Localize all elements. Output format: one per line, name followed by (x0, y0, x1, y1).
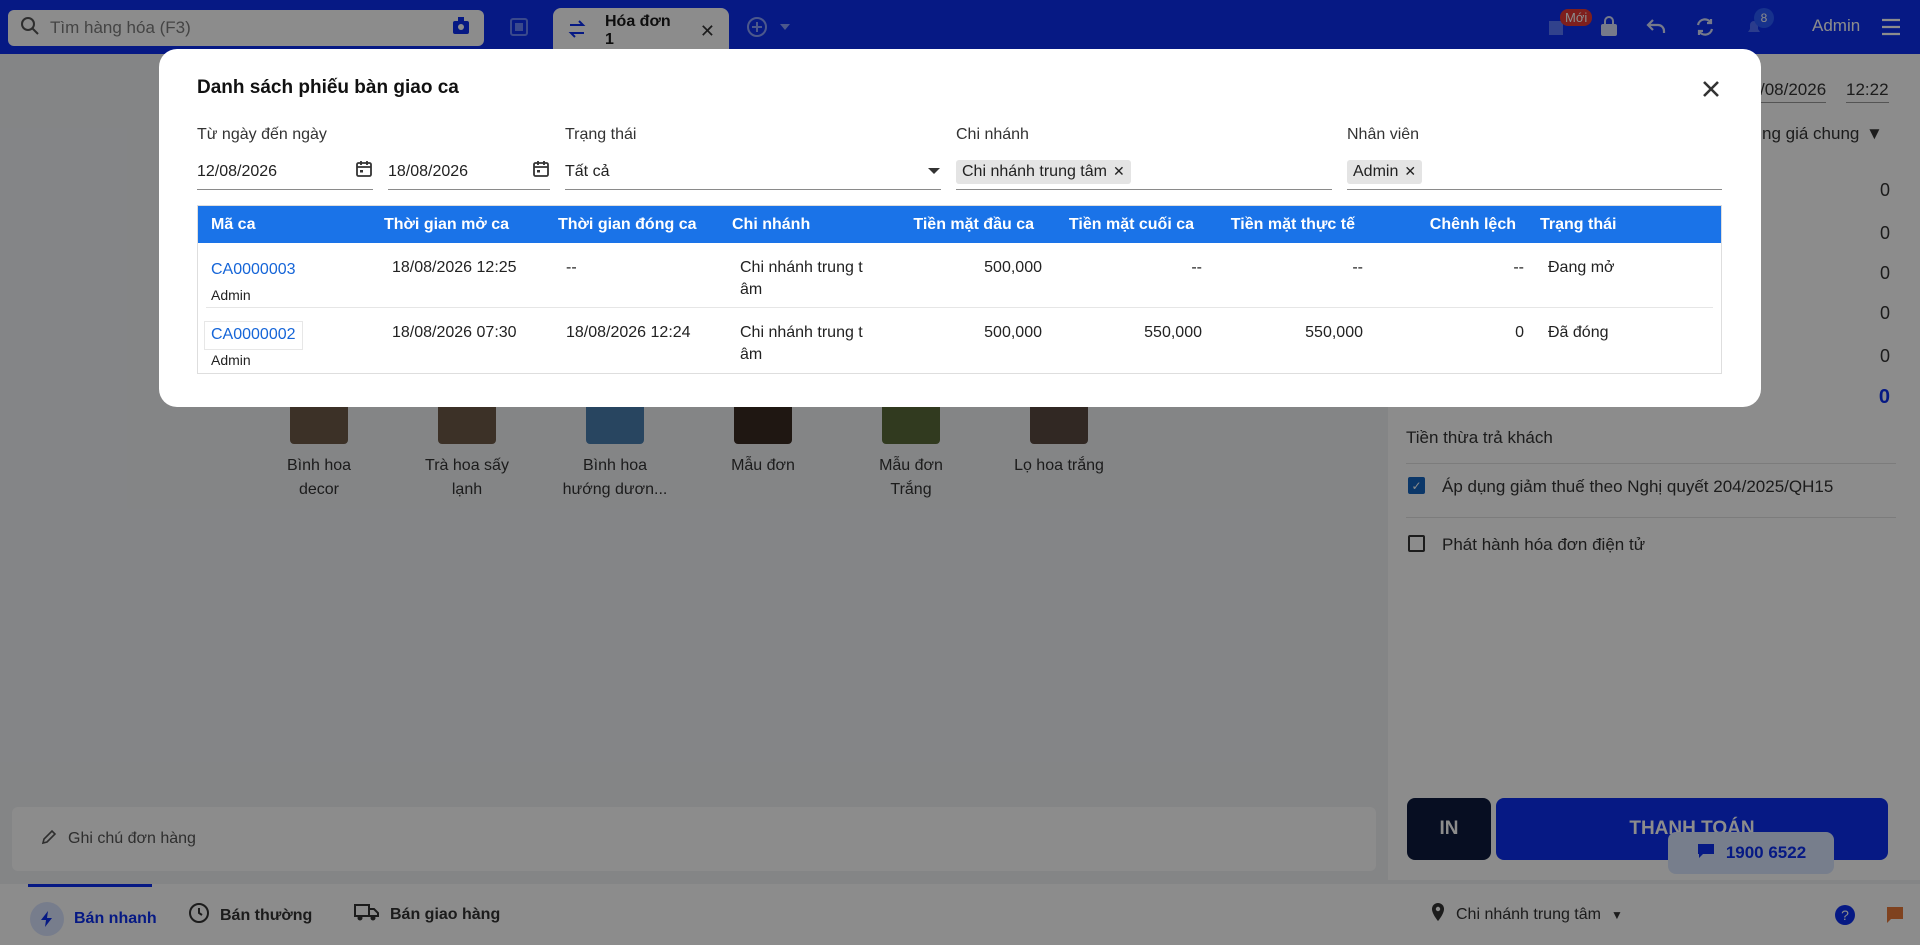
branch-chip-label: Chi nhánh trung tâm (962, 162, 1107, 180)
col-header: Tiền mặt đầu ca (913, 215, 1034, 233)
cash-start: 500,000 (984, 324, 1042, 341)
staff-chip-label: Admin (1353, 162, 1399, 180)
shift-status: Đã đóng (1548, 324, 1609, 341)
branch-text: Chi nhánh trung t (740, 324, 863, 341)
chevron-down-icon (927, 163, 941, 181)
date-range-label: Từ ngày đến ngày (197, 126, 327, 143)
calendar-icon[interactable] (355, 160, 373, 183)
shift-status: Đang mở (1548, 259, 1615, 276)
cash-end: -- (1191, 259, 1202, 276)
status-label: Trạng thái (565, 126, 637, 143)
branch-text: Chi nhánh trung t (740, 259, 863, 276)
open-time: 18/08/2026 12:25 (392, 259, 517, 276)
cash-difference: -- (1513, 259, 1524, 276)
col-header: Mã ca (211, 215, 256, 233)
from-date-value: 12/08/2026 (197, 162, 278, 180)
cash-actual: 550,000 (1305, 324, 1363, 341)
to-date-value: 18/08/2026 (388, 162, 469, 180)
cash-end: 550,000 (1144, 324, 1202, 341)
col-header: Tiền mặt thực tế (1230, 215, 1355, 233)
branch-filter-field[interactable]: Chi nhánh trung tâm ✕ (956, 154, 1332, 190)
col-header: Thời gian mở ca (384, 215, 509, 233)
staff-filter-label: Nhân viên (1347, 126, 1420, 143)
branch-cell: Chi nhánh trung t âm (740, 308, 870, 373)
staff-filter-field[interactable]: Admin ✕ (1347, 154, 1722, 190)
branch-filter-label: Chi nhánh (956, 126, 1029, 143)
open-time: 18/08/2026 07:30 (392, 324, 517, 341)
shift-code-link[interactable]: CA0000002 (205, 322, 302, 349)
modal-title: Danh sách phiếu bàn giao ca (197, 77, 459, 98)
branch-chip: Chi nhánh trung tâm ✕ (956, 159, 1131, 184)
remove-chip-icon[interactable]: ✕ (1404, 163, 1416, 180)
shift-user: Admin (211, 352, 251, 368)
branch-text: âm (740, 346, 763, 363)
close-icon[interactable] (1697, 75, 1725, 103)
table-row[interactable]: CA0000002 Admin 18/08/2026 07:30 18/08/2… (205, 308, 1713, 373)
from-date-field[interactable]: 12/08/2026 (197, 154, 373, 190)
close-time: 18/08/2026 12:24 (566, 324, 691, 341)
shift-table: Mã ca Thời gian mở ca Thời gian đóng ca … (197, 205, 1722, 374)
branch-cell: Chi nhánh trung t âm (740, 243, 870, 307)
close-time: -- (566, 259, 577, 276)
cash-actual: -- (1352, 259, 1363, 276)
status-select[interactable]: Tất cả (565, 154, 941, 190)
shift-user: Admin (211, 287, 251, 303)
to-date-field[interactable]: 18/08/2026 (388, 154, 550, 190)
table-row[interactable]: CA0000003 Admin 18/08/2026 12:25 -- Chi … (206, 243, 1713, 308)
col-header: Chênh lệch (1429, 215, 1516, 233)
cash-start: 500,000 (984, 259, 1042, 276)
col-header: Tiền mặt cuối ca (1068, 215, 1194, 233)
shift-code-link[interactable]: CA0000003 (205, 257, 302, 284)
status-value: Tất cả (565, 162, 610, 180)
cash-difference: 0 (1515, 324, 1524, 341)
branch-text: âm (740, 281, 763, 298)
shift-code-cell: CA0000003 Admin (206, 243, 392, 307)
table-header: Mã ca Thời gian mở ca Thời gian đóng ca … (198, 206, 1721, 243)
col-header: Thời gian đóng ca (558, 215, 697, 233)
col-header: Trạng thái (1540, 215, 1617, 233)
shift-handover-modal: Danh sách phiếu bàn giao ca Từ ngày đến … (159, 49, 1761, 407)
calendar-icon[interactable] (532, 160, 550, 183)
remove-chip-icon[interactable]: ✕ (1113, 163, 1125, 180)
col-header: Chi nhánh (732, 215, 811, 233)
staff-chip: Admin ✕ (1347, 159, 1423, 184)
shift-code-cell: CA0000002 Admin (205, 308, 392, 373)
